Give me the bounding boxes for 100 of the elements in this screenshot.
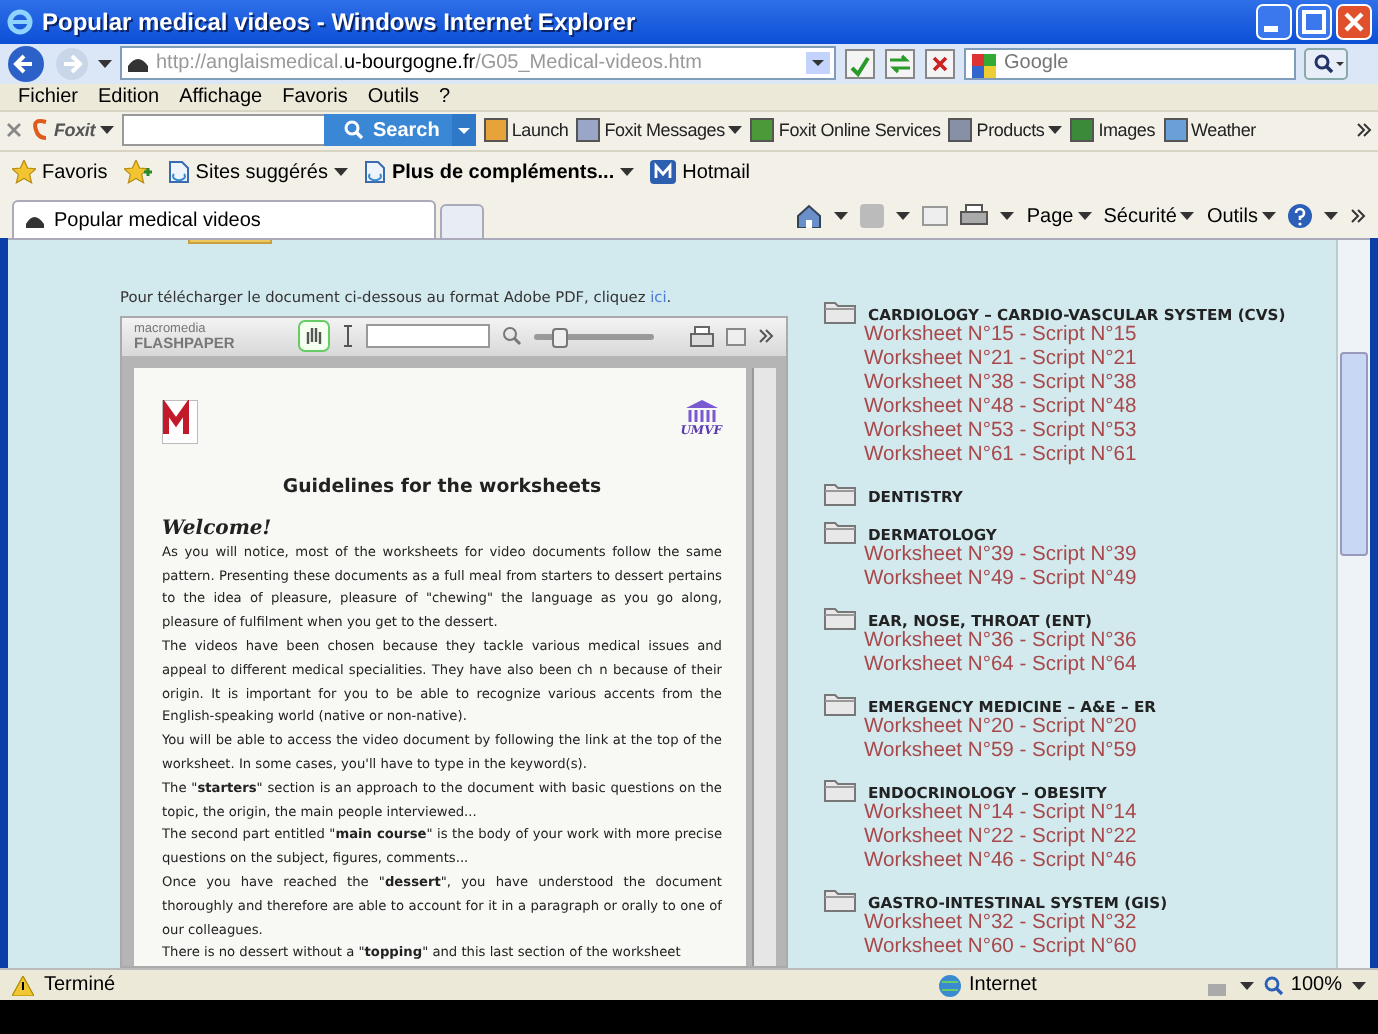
menu-item[interactable]: ? <box>428 85 461 108</box>
maximize-icon[interactable] <box>1296 3 1332 40</box>
home-icon[interactable] <box>796 204 823 229</box>
toolbar-item-icon <box>948 118 973 143</box>
zoom-button[interactable]: 100% <box>1264 974 1342 997</box>
worksheet-link[interactable]: Worksheet N°20 - Script N°20 <box>864 716 1336 741</box>
caret-icon[interactable] <box>1324 212 1338 221</box>
caret-icon[interactable] <box>1000 212 1015 221</box>
favorites-link[interactable]: Hotmail <box>650 160 751 185</box>
worksheet-link[interactable]: Worksheet N°49 - Script N°49 <box>864 568 1336 593</box>
hand-tool-icon[interactable] <box>298 320 330 353</box>
hotmail-icon <box>650 160 677 185</box>
command-menu[interactable]: Sécurité <box>1103 205 1195 228</box>
worksheet-link[interactable]: Worksheet N°21 - Script N°21 <box>864 348 1336 373</box>
compatibility-icon[interactable] <box>844 47 876 80</box>
toolbar-item-icon <box>750 118 775 143</box>
caret-icon[interactable] <box>1352 981 1366 990</box>
worksheet-link[interactable]: Worksheet N°39 - Script N°39 <box>864 544 1336 569</box>
caret-icon[interactable] <box>728 126 743 135</box>
caret-icon[interactable] <box>834 212 849 221</box>
caret-icon[interactable] <box>1180 212 1195 221</box>
worksheet-link[interactable]: Worksheet N°48 - Script N°48 <box>864 396 1336 421</box>
caret-icon[interactable] <box>1048 126 1063 135</box>
document-title: Guidelines for the worksheets <box>280 475 604 498</box>
menu-item[interactable]: Favoris <box>272 85 358 108</box>
print-icon[interactable] <box>960 204 989 229</box>
scrollbar[interactable] <box>1336 240 1370 969</box>
caret-icon[interactable] <box>1240 981 1255 990</box>
print-icon[interactable] <box>690 325 714 348</box>
back-icon[interactable] <box>6 43 46 84</box>
worksheet-link[interactable]: Worksheet N°53 - Script N°53 <box>864 420 1336 445</box>
worksheet-link[interactable]: Worksheet N°59 - Script N°59 <box>864 740 1336 765</box>
worksheet-link[interactable]: Worksheet N°15 - Script N°15 <box>864 324 1336 349</box>
menu-item[interactable]: Fichier <box>8 85 89 108</box>
browser-tab[interactable]: Popular medical videos <box>12 200 436 239</box>
search-icon[interactable] <box>1304 47 1348 80</box>
search-field[interactable]: Google <box>964 47 1296 80</box>
globe-icon <box>937 973 961 998</box>
menu-item[interactable]: Affichage <box>169 85 273 108</box>
worksheet-link[interactable]: Worksheet N°36 - Script N°36 <box>864 630 1336 655</box>
caret-icon[interactable] <box>1262 212 1276 221</box>
caret-icon[interactable] <box>333 168 348 177</box>
toolbar-button[interactable]: Images <box>1070 118 1156 143</box>
building-icon <box>683 399 720 424</box>
star-icon <box>12 160 36 185</box>
favorites-link[interactable]: Plus de compléments... <box>363 160 635 185</box>
zoom-icon <box>1264 975 1285 996</box>
worksheet-link[interactable]: Worksheet N°61 - Script N°61 <box>864 444 1336 469</box>
find-field[interactable] <box>366 324 490 349</box>
worksheet-link[interactable]: Worksheet N°46 - Script N°46 <box>864 850 1336 875</box>
toolbar-button[interactable]: Foxit Online Services <box>750 118 941 143</box>
more-icon[interactable] <box>1350 208 1366 225</box>
search-engine-icon <box>972 53 996 78</box>
menu-item[interactable]: Edition <box>88 85 170 108</box>
menu-item[interactable]: Outils <box>357 85 429 108</box>
favorites-button[interactable]: Favoris <box>12 160 108 185</box>
scrollbar-thumb[interactable] <box>1340 352 1368 557</box>
worksheet-link[interactable]: Worksheet N°32 - Script N°32 <box>864 912 1336 937</box>
more-icon[interactable] <box>1356 122 1372 139</box>
document-heading: Welcome! <box>162 517 274 540</box>
refresh-icon[interactable] <box>884 47 916 80</box>
dropdown-icon[interactable] <box>806 52 830 75</box>
command-menu[interactable]: Outils <box>1206 205 1276 228</box>
minimize-icon[interactable] <box>1256 3 1292 40</box>
window-title: Popular medical videos - Windows Internet Explorer <box>42 7 638 36</box>
toolbar-item-icon <box>483 118 508 143</box>
worksheet-link[interactable]: Worksheet N°64 - Script N°64 <box>864 654 1336 679</box>
worksheet-link[interactable]: Worksheet N°14 - Script N°14 <box>864 802 1336 827</box>
foxit-menu[interactable]: Foxit <box>30 118 113 143</box>
address-field[interactable]: http://anglaismedical.u-bourgogne.fr/G05_Medical-videos.htm <box>120 46 836 81</box>
toolbar-button[interactable]: Weather <box>1163 118 1256 143</box>
worksheet-link[interactable]: Worksheet N°60 - Script N°60 <box>864 936 1336 961</box>
viewer-scrollbar[interactable] <box>752 367 776 967</box>
favorites-link[interactable]: Sites suggérés <box>167 160 348 185</box>
folder-icon <box>824 604 856 631</box>
zoom-icon[interactable] <box>502 326 522 347</box>
caret-icon[interactable] <box>896 212 911 221</box>
command-menu[interactable]: Page <box>1026 205 1092 228</box>
warning-icon <box>12 975 34 996</box>
toolbar-button[interactable]: Products <box>948 118 1063 143</box>
foxit-logo-icon <box>30 118 50 143</box>
more-icon[interactable] <box>758 328 774 345</box>
close-icon[interactable] <box>6 122 22 139</box>
help-icon[interactable] <box>1288 204 1312 229</box>
search-button[interactable]: Search <box>323 114 456 147</box>
worksheet-link[interactable]: Worksheet N°22 - Script N°22 <box>864 826 1336 851</box>
caret-icon[interactable] <box>99 126 113 135</box>
search-input[interactable] <box>121 114 325 147</box>
caret-icon[interactable] <box>620 168 635 177</box>
text-cursor-icon[interactable] <box>342 324 354 349</box>
caret-icon[interactable] <box>1077 212 1092 221</box>
toolbar-item-icon <box>576 118 601 143</box>
toolbar-button[interactable]: Launch <box>483 118 569 143</box>
slider-thumb[interactable] <box>552 327 568 348</box>
toolbar-button[interactable]: Foxit Messages <box>576 118 743 143</box>
add-favorite-icon[interactable] <box>123 160 152 185</box>
caret-icon[interactable] <box>98 59 112 68</box>
status-text: Terminé <box>44 974 116 997</box>
stop-icon[interactable] <box>924 47 956 80</box>
worksheet-link[interactable]: Worksheet N°38 - Script N°38 <box>864 372 1336 397</box>
